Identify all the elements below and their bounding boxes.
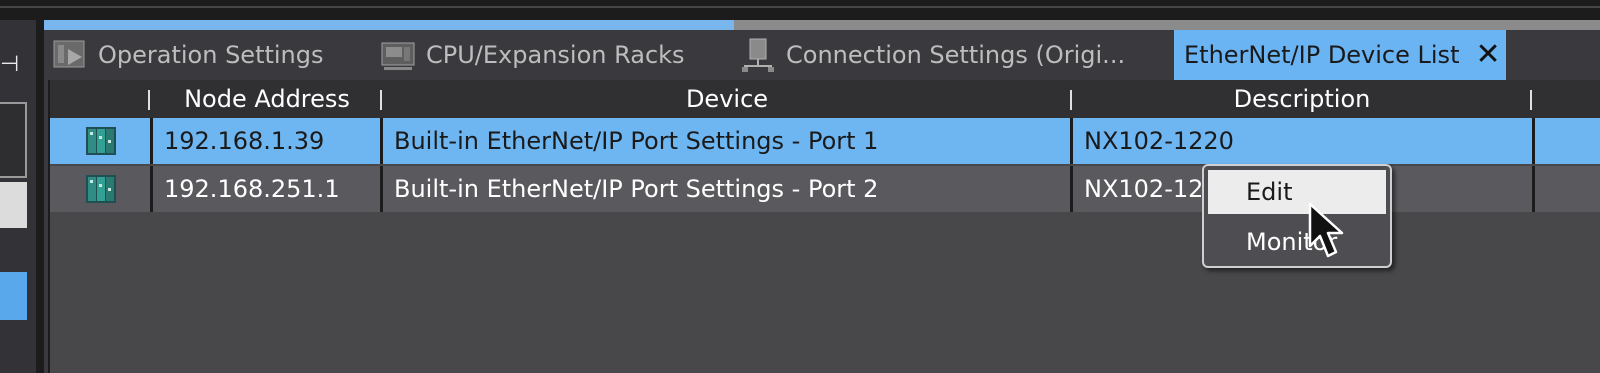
menu-item-monitor[interactable]: Monitor (1208, 220, 1386, 264)
cell-device: Built-in EtherNet/IP Port Settings - Por… (394, 127, 879, 155)
cpu-rack-icon (381, 42, 415, 70)
close-icon[interactable]: ✕ (1475, 40, 1500, 70)
mouse-cursor-icon (1308, 202, 1344, 258)
cell-device: Built-in EtherNet/IP Port Settings - Por… (394, 175, 879, 203)
cell-node-address: 192.168.251.1 (164, 175, 340, 203)
tab-label: Connection Settings (Origi... (786, 41, 1126, 69)
tab-label: Operation Settings (98, 41, 324, 69)
tab-label: EtherNet/IP Device List (1184, 41, 1460, 69)
table-row[interactable]: 192.168.1.39 Built-in EtherNet/IP Port S… (50, 118, 1600, 164)
dock-panel-button-active[interactable] (0, 272, 27, 320)
controller-device-icon (86, 175, 116, 203)
column-separator[interactable] (1070, 90, 1072, 110)
column-header-node-address[interactable]: Node Address (154, 80, 380, 118)
tab-strip: Operation Settings CPU/Expansion Racks C… (44, 20, 1600, 80)
dock-panel-button[interactable] (0, 102, 27, 178)
cell-divider (1532, 118, 1535, 164)
cell-divider (150, 118, 153, 164)
tab-label: CPU/Expansion Racks (426, 41, 685, 69)
tab-strip-bar (734, 20, 1600, 30)
cell-divider (1532, 166, 1535, 212)
column-header-description[interactable]: Description (1074, 80, 1530, 118)
controller-device-icon (86, 127, 116, 155)
cell-divider (380, 118, 383, 164)
context-menu: Edit Monitor (1202, 164, 1392, 268)
column-header-device[interactable]: Device (384, 80, 1070, 118)
operation-settings-icon (53, 40, 85, 68)
title-bar (0, 0, 1600, 20)
cell-description: NX102-1220 (1084, 127, 1234, 155)
menu-item-edit[interactable]: Edit (1208, 170, 1386, 214)
cell-node-address: 192.168.1.39 (164, 127, 325, 155)
left-dock-strip: ⊣ (0, 20, 36, 373)
cell-divider (150, 166, 153, 212)
tab-ethernet-ip-device-list[interactable]: EtherNet/IP Device List ✕ (1174, 30, 1506, 80)
pin-icon[interactable]: ⊣ (0, 52, 19, 77)
panel-splitter[interactable] (36, 20, 44, 373)
column-separator[interactable] (1530, 90, 1532, 110)
table-header: Node Address Device Description (50, 80, 1600, 118)
cell-divider (380, 166, 383, 212)
column-separator[interactable] (380, 90, 382, 110)
tab-strip-highlight (44, 20, 734, 30)
cell-divider (1070, 118, 1073, 164)
tab-operation-settings[interactable]: Operation Settings (52, 30, 324, 80)
connection-settings-icon (742, 38, 774, 72)
column-separator[interactable] (148, 90, 150, 110)
dock-panel-button-2[interactable] (0, 182, 27, 228)
cell-divider (1070, 166, 1073, 212)
tab-cpu-expansion-racks[interactable]: CPU/Expansion Racks (380, 30, 685, 80)
tab-connection-settings[interactable]: Connection Settings (Origi... (740, 30, 1125, 80)
title-bar-edge (0, 6, 1600, 8)
